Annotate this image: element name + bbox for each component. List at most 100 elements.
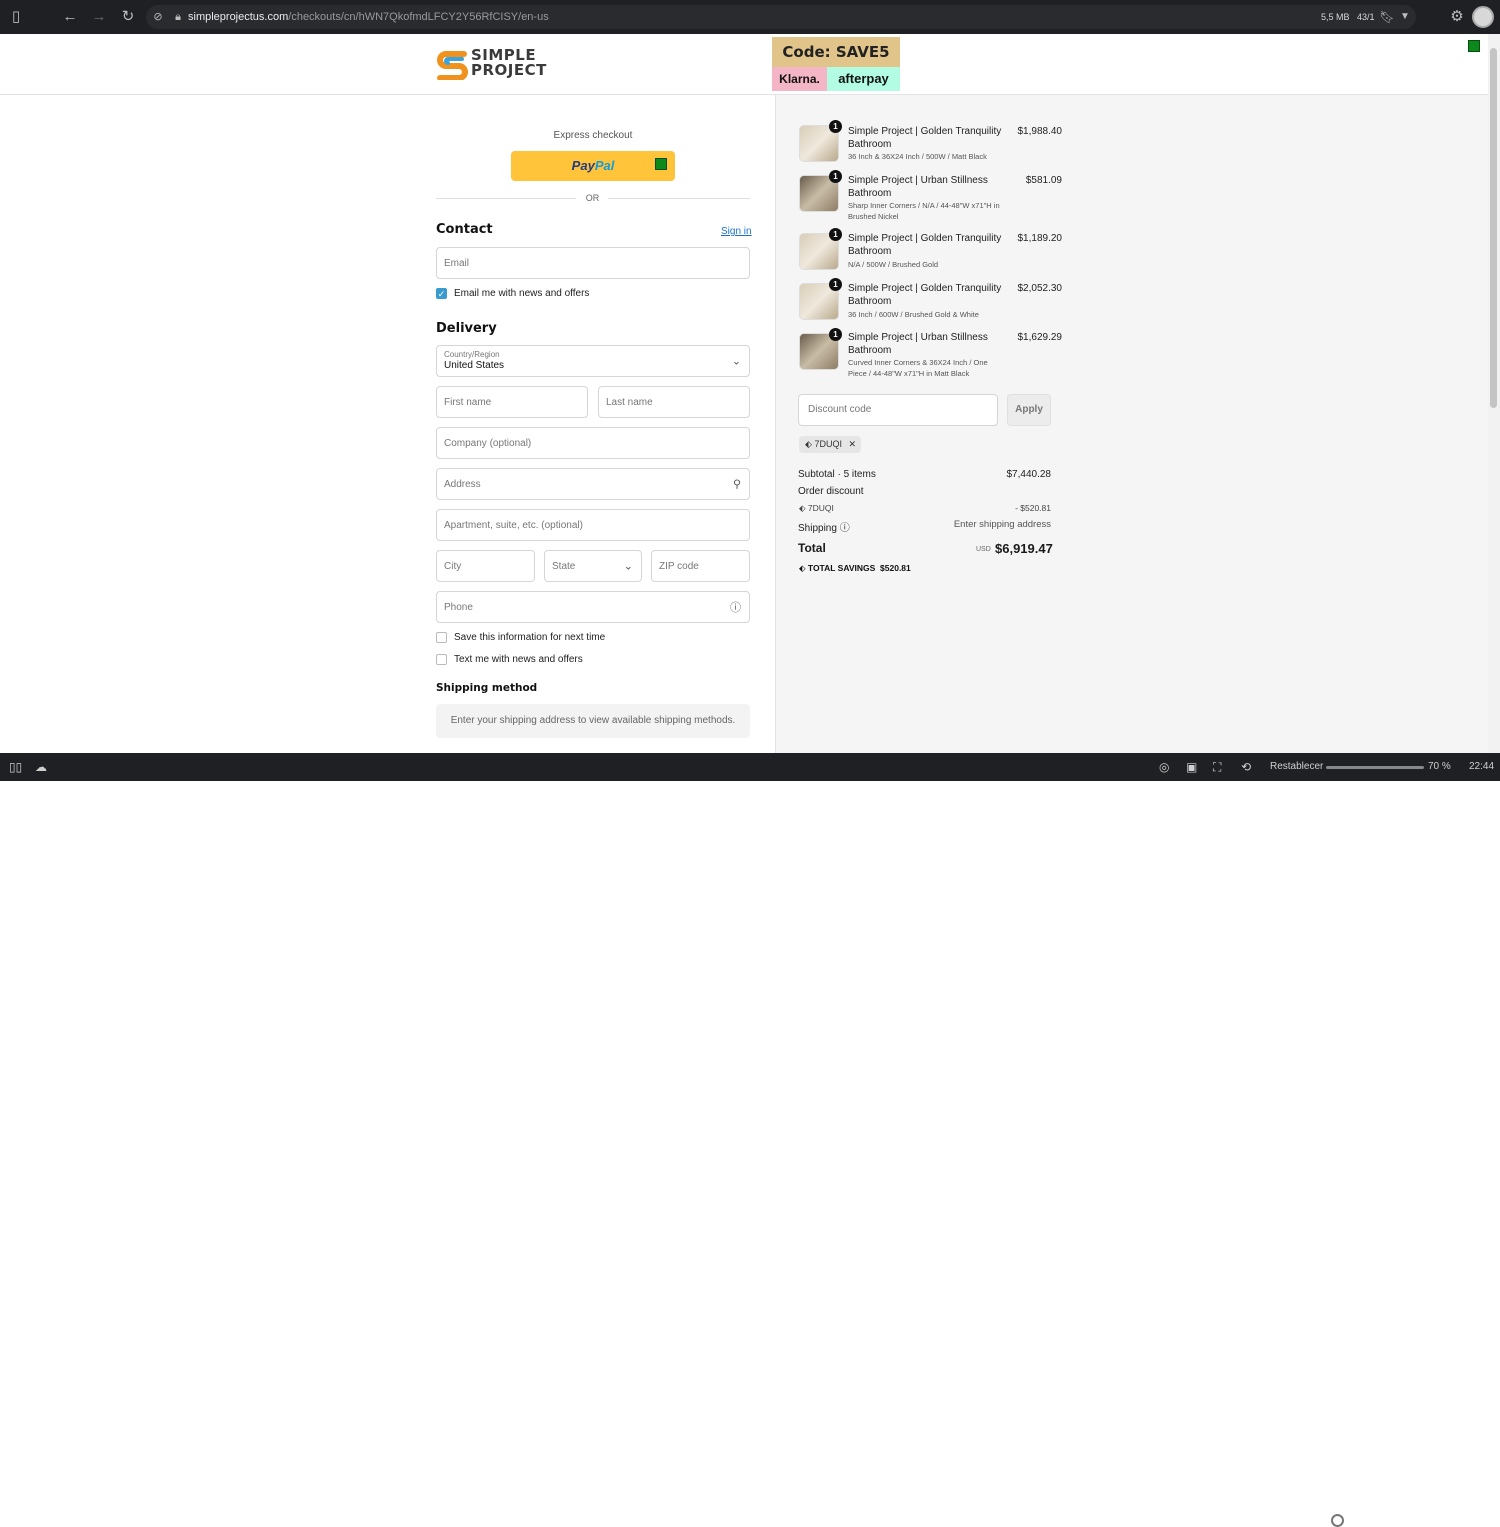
bookmark-icon[interactable]: 🔖︎ [1377, 0, 1397, 34]
product-price: $2,052.30 [1017, 283, 1063, 294]
or-separator: OR [585, 193, 600, 203]
logo-icon[interactable] [436, 48, 469, 80]
capture-icon[interactable]: ◎ [1159, 753, 1169, 781]
product-variant: 36 Inch / 600W / Brushed Gold & White [848, 310, 979, 319]
tag-icon: ⬖ [805, 439, 812, 449]
phone-field[interactable]: Phone ⓘ [436, 591, 750, 623]
address-field[interactable]: Address ⚲ [436, 468, 750, 500]
tag-icon: ⬖ [799, 503, 808, 513]
state-select[interactable]: State ⌄ [544, 550, 642, 582]
search-icon: ⚲ [732, 478, 741, 491]
product-name: Simple Project | Golden Tranquility Bath… [848, 283, 1002, 307]
fullscreen-icon[interactable]: ⛶ [1213, 753, 1221, 781]
shipping-method-note: Enter your shipping address to view avai… [436, 704, 750, 738]
afterpay-logo: afterpay [827, 67, 900, 91]
memory-indicator: 5,5 MB [1321, 12, 1350, 22]
shipping-method-heading: Shipping method [436, 682, 538, 694]
discount-code-line: ⬖ 7DUQI [799, 503, 834, 513]
product-name: Simple Project | Urban Stillness Bathroo… [848, 175, 988, 199]
product-name: Simple Project | Golden Tranquility Bath… [848, 233, 1002, 257]
product-name: Simple Project | Urban Stillness Bathroo… [848, 332, 988, 356]
city-field[interactable]: City [436, 550, 535, 582]
site-settings-icon[interactable]: ⊘ [148, 0, 168, 34]
forward-icon[interactable]: → [89, 0, 109, 34]
clock: 22:44 [1469, 761, 1495, 772]
reset-zoom-button[interactable]: Restablecer [1270, 753, 1323, 781]
url-text[interactable]: simpleprojectus.com/checkouts/cn/hWN7Qko… [188, 0, 549, 34]
logo-text[interactable]: SIMPLE PROJECT [471, 48, 547, 78]
lock-icon: 🔒︎ [175, 11, 181, 23]
page-actions-icon[interactable]: ⟲ [1241, 753, 1251, 781]
quantity-badge: 1 [829, 228, 842, 241]
reload-icon[interactable]: ↻ [118, 0, 138, 34]
product-variant: N/A / 500W / Brushed Gold [848, 260, 939, 269]
dropdown-icon[interactable]: ▼ [1395, 0, 1415, 34]
product-price: $1,988.40 [1017, 126, 1063, 137]
total-value: $6,919.47 [995, 541, 1053, 556]
chevron-down-icon: ⌄ [623, 560, 633, 573]
last-name-field[interactable]: Last name [598, 386, 750, 418]
company-field[interactable]: Company (optional) [436, 427, 750, 459]
extensions-icon[interactable]: ⚙ [1447, 0, 1467, 34]
save-info-label: Save this information for next time [454, 632, 606, 643]
back-icon[interactable]: ← [60, 0, 80, 34]
apartment-field[interactable]: Apartment, suite, etc. (optional) [436, 509, 750, 541]
zoom-level: 70 % [1428, 761, 1451, 772]
scrollbar-thumb[interactable] [1490, 48, 1497, 408]
first-name-field[interactable]: First name [436, 386, 588, 418]
tab-counter[interactable]: 43/1 [1357, 0, 1375, 34]
extension-indicator [655, 158, 667, 170]
product-variant: Sharp Inner Corners / N/A / 44-48"W x71"… [848, 201, 1000, 221]
express-checkout-label: Express checkout [553, 130, 633, 141]
sidebar-toggle-icon[interactable]: ▯ [6, 0, 26, 34]
cloud-icon[interactable]: ☁ [35, 753, 47, 781]
paypal-button[interactable]: PayPal [511, 151, 675, 181]
order-discount-label: Order discount [798, 486, 864, 497]
product-variant: Curved Inner Corners & 36X24 Inch / One … [848, 358, 988, 378]
country-label: Country/Region [444, 350, 500, 359]
product-variant: 36 Inch & 36X24 Inch / 500W / Matt Black [848, 152, 987, 161]
help-icon[interactable]: ⓘ [840, 523, 850, 534]
currency-label: USD [976, 546, 991, 553]
email-news-label: Email me with news and offers [454, 288, 590, 299]
divider [608, 198, 750, 199]
subtotal-value: $7,440.28 [1006, 469, 1052, 480]
zoom-slider-handle[interactable] [1331, 1514, 1344, 1527]
shipping-value: Enter shipping address [953, 519, 1051, 530]
profile-avatar[interactable] [1472, 6, 1494, 28]
product-price: $1,189.20 [1017, 233, 1063, 244]
zip-field[interactable]: ZIP code [651, 550, 750, 582]
quantity-badge: 1 [829, 328, 842, 341]
discount-value: - $520.81 [1015, 503, 1051, 513]
product-name: Simple Project | Golden Tranquility Bath… [848, 126, 1002, 150]
total-savings: ⬖ TOTAL SAVINGS $520.81 [799, 563, 911, 573]
apply-discount-button[interactable]: Apply [1007, 394, 1051, 426]
panels-icon[interactable]: ▯▯ [9, 753, 22, 781]
email-news-checkbox[interactable]: ✓ [436, 288, 447, 299]
klarna-logo: Klarna. [772, 67, 827, 91]
divider [436, 198, 576, 199]
extension-indicator[interactable] [1468, 40, 1480, 52]
browser-statusbar: ▯▯ ☁ ◎ ▣ ⛶ ⟲ Restablecer 70 % 22:44 [0, 753, 1500, 1527]
chevron-down-icon: ⌄ [731, 355, 741, 368]
store-header: SIMPLE PROJECT Code: SAVE5 Klarna. after… [0, 34, 1488, 95]
quantity-badge: 1 [829, 120, 842, 133]
email-field[interactable]: Email [436, 247, 750, 279]
quantity-badge: 1 [829, 170, 842, 183]
delivery-heading: Delivery [436, 321, 497, 336]
sign-in-link[interactable]: Sign in [721, 226, 752, 237]
quantity-badge: 1 [829, 278, 842, 291]
discount-code-field[interactable]: Discount code [798, 394, 998, 426]
applied-discount-tag: ⬖ 7DUQI ✕ [799, 436, 861, 453]
country-value: United States [444, 360, 505, 371]
remove-discount-icon[interactable]: ✕ [848, 439, 856, 449]
tiling-icon[interactable]: ▣ [1186, 753, 1197, 781]
browser-toolbar: ▯ ← → ↻ ⊘ 🔒︎ simpleprojectus.com/checkou… [0, 0, 1500, 34]
save-info-checkbox[interactable] [436, 632, 447, 643]
shipping-label: Shipping ⓘ [798, 523, 850, 534]
help-icon[interactable]: ⓘ [730, 599, 741, 615]
contact-heading: Contact [436, 222, 493, 237]
text-news-checkbox[interactable] [436, 654, 447, 665]
promo-banner[interactable]: Code: SAVE5 Klarna. afterpay [772, 37, 900, 91]
zoom-slider-track[interactable] [1326, 766, 1424, 769]
